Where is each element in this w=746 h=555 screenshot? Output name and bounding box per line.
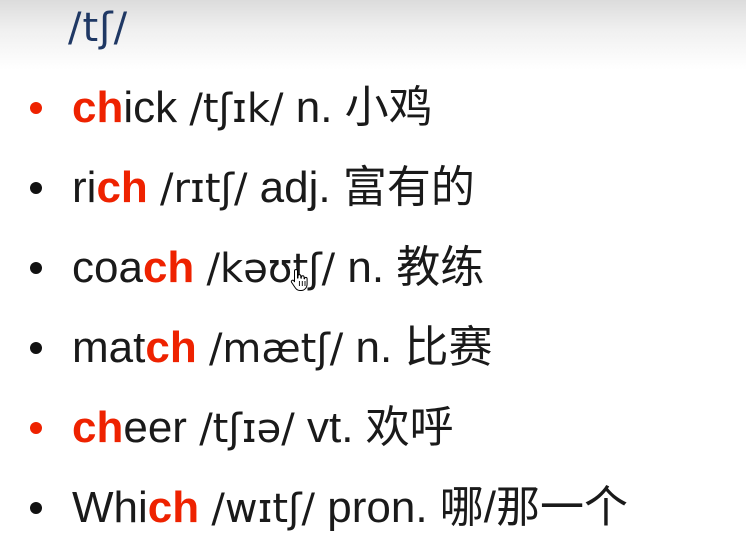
word-pos: pron. xyxy=(327,482,428,532)
word-pos: vt. xyxy=(306,402,354,452)
word-meaning: 比赛 xyxy=(404,322,493,372)
word-ipa: /kəʊtʃ/ xyxy=(206,245,336,292)
bullet xyxy=(30,422,42,434)
word-pos: n. xyxy=(355,322,393,372)
word-meaning: 教练 xyxy=(396,242,485,292)
bullet xyxy=(30,342,42,354)
word-prefix: Whi xyxy=(72,482,148,532)
word-prefix: coa xyxy=(72,242,143,292)
word-ipa: /wɪtʃ/ xyxy=(211,485,316,532)
hand-pointer-icon xyxy=(290,268,308,291)
word-entry: Which /wɪtʃ/ pron. 哪/那一个 xyxy=(72,482,628,535)
word-prefix: ri xyxy=(72,162,97,212)
word-ipa: /tʃɪk/ xyxy=(189,85,284,132)
word-highlight: ch xyxy=(142,242,195,292)
word-item-match: match /mætʃ/ n. 比赛 xyxy=(30,308,628,388)
word-pos: n. xyxy=(295,82,333,132)
word-item-which: Which /wɪtʃ/ pron. 哪/那一个 xyxy=(30,468,628,548)
word-item-chick: chick /tʃɪk/ n. 小鸡 xyxy=(30,68,628,148)
word-entry: chick /tʃɪk/ n. 小鸡 xyxy=(72,82,433,135)
word-suffix: ick xyxy=(123,82,178,132)
word-meaning: 富有的 xyxy=(342,162,475,212)
word-ipa: /tʃɪə/ xyxy=(199,405,295,452)
bullet xyxy=(30,262,42,274)
word-ipa: /mætʃ/ xyxy=(208,325,344,372)
word-highlight: ch xyxy=(72,82,124,132)
word-suffix: eer xyxy=(123,402,187,452)
word-entry: cheer /tʃɪə/ vt. 欢呼 xyxy=(72,402,454,455)
word-pos: n. xyxy=(347,242,385,292)
word-highlight: ch xyxy=(72,402,124,452)
word-item-coach: coach /kəʊtʃ/ n. 教练 xyxy=(30,228,628,308)
word-meaning: 哪/那一个 xyxy=(439,482,629,532)
word-prefix: mat xyxy=(72,322,146,372)
word-list: chick /tʃɪk/ n. 小鸡 rich /rɪtʃ/ adj. 富有的 … xyxy=(30,68,628,548)
bullet xyxy=(30,182,42,194)
word-ipa: /rɪtʃ/ xyxy=(160,165,248,212)
word-pos: adj. xyxy=(259,162,331,212)
sound-heading: /tʃ/ xyxy=(68,5,129,51)
word-highlight: ch xyxy=(147,482,200,532)
word-item-rich: rich /rɪtʃ/ adj. 富有的 xyxy=(30,148,628,228)
bullet xyxy=(30,502,42,514)
bullet xyxy=(30,102,42,114)
word-item-cheer: cheer /tʃɪə/ vt. 欢呼 xyxy=(30,388,628,468)
word-highlight: ch xyxy=(96,162,148,212)
word-entry: rich /rɪtʃ/ adj. 富有的 xyxy=(72,162,475,215)
word-meaning: 小鸡 xyxy=(344,82,433,132)
word-meaning: 欢呼 xyxy=(365,402,454,452)
word-highlight: ch xyxy=(145,322,197,372)
word-entry: match /mætʃ/ n. 比赛 xyxy=(72,322,492,375)
word-entry: coach /kəʊtʃ/ n. 教练 xyxy=(72,242,484,295)
